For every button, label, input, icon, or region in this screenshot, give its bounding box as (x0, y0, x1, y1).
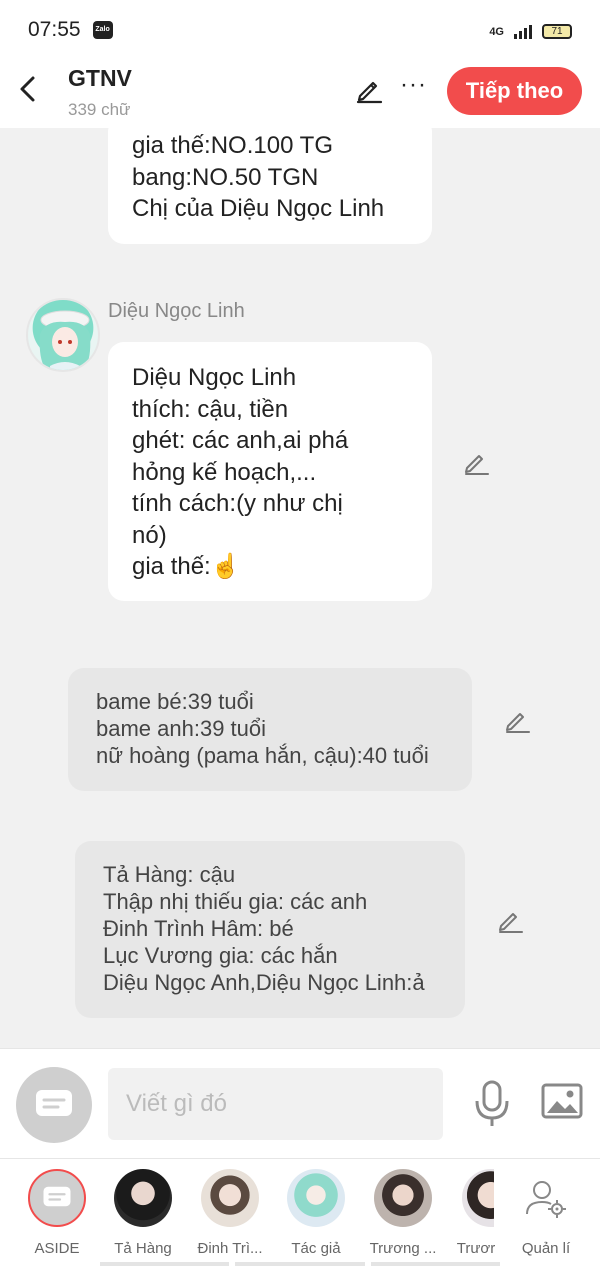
narration-line: bame anh:39 tuổi (96, 716, 267, 741)
page-title: GTNV (68, 65, 132, 91)
message-line: gia thế:☝️ (132, 553, 241, 580)
aside-avatar (28, 1169, 86, 1227)
message-line: Diệu Ngọc Linh (132, 364, 297, 391)
character-avatar (201, 1169, 259, 1227)
status-bar: 07:55 Zalo 4G 71 (0, 0, 600, 60)
signal-icon (514, 24, 532, 39)
narration-line: Lục Vương gia: các hắn (103, 943, 338, 968)
character-item[interactable]: Trươr (446, 1169, 506, 1259)
narration-line: bame bé:39 tuổi (96, 689, 254, 714)
character-portrait (39, 310, 91, 370)
message-input[interactable] (108, 1068, 443, 1140)
character-item[interactable]: Trương ... (360, 1169, 446, 1259)
edit-title-button[interactable] (354, 74, 384, 104)
edit-message-button[interactable] (503, 706, 531, 734)
narration-bubble[interactable]: Tả Hàng: cậu Thập nhị thiếu gia: các anh… (75, 841, 465, 1018)
message-line: tính cách:(y như chị (132, 490, 343, 517)
narration-line: Diệu Ngọc Anh,Diệu Ngọc Linh:ả (103, 970, 425, 995)
sender-name: Diệu Ngọc Linh (108, 300, 245, 322)
message-bubble-icon (36, 1090, 72, 1116)
message-bubble-icon (43, 1186, 71, 1207)
message-bubble[interactable]: Diệu Ngọc Linh thích: cậu, tiền ghét: cá… (108, 342, 432, 601)
narration-line: Đinh Trình Hâm: bé (103, 916, 294, 941)
character-selector: ASIDE Tả Hàng Đinh Trì... Tác giả Trương… (0, 1158, 600, 1267)
edit-message-button[interactable] (496, 906, 524, 934)
message-line: thích: cậu, tiền (132, 395, 289, 423)
image-icon (541, 1083, 583, 1119)
back-button[interactable] (14, 72, 44, 106)
chevron-left-icon (20, 76, 35, 102)
microphone-icon (475, 1080, 509, 1126)
word-count: 339 chữ (68, 100, 131, 119)
next-button[interactable]: Tiếp theo (447, 67, 582, 115)
message-line: bang:NO.50 TGN (132, 163, 319, 191)
scroll-indicator (100, 1262, 500, 1266)
message-line: hỏng kế hoạch,... (132, 458, 317, 486)
zalo-app-icon: Zalo (92, 21, 113, 39)
character-label: Tả Hàng (114, 1240, 172, 1257)
character-item-aside[interactable]: ASIDE (14, 1169, 100, 1259)
pencil-icon (465, 455, 489, 475)
network-label: 4G (489, 25, 504, 38)
pencil-icon (506, 713, 530, 733)
narration-bubble[interactable]: bame bé:39 tuổi bame anh:39 tuổi nữ hoàn… (68, 668, 472, 791)
user-settings-icon (517, 1169, 575, 1227)
character-label: ASIDE (34, 1240, 80, 1257)
narration-line: Tả Hàng: cậu (103, 862, 236, 887)
pencil-icon (356, 81, 383, 104)
narration-line: Thập nhị thiếu gia: các anh (103, 889, 368, 914)
character-item[interactable]: Tả Hàng (100, 1169, 186, 1259)
chat-area[interactable]: gia thế:NO.100 TG bang:NO.50 TGN Chị của… (0, 128, 600, 1048)
narration-line: nữ hoàng (pama hắn, cậu):40 tuổi (96, 743, 429, 768)
message-line: Chị của Diệu Ngọc Linh (132, 195, 385, 222)
pencil-icon (499, 913, 523, 933)
aside-toggle-button[interactable] (16, 1067, 92, 1143)
character-label: Tác giả (291, 1240, 341, 1257)
character-avatar (374, 1169, 432, 1227)
character-avatar (114, 1169, 172, 1227)
message-line: nó) (132, 521, 167, 549)
character-avatar (287, 1169, 345, 1227)
message-bubble[interactable]: gia thế:NO.100 TG bang:NO.50 TGN Chị của… (108, 128, 432, 244)
character-item[interactable]: Đinh Trì... (187, 1169, 273, 1259)
character-label: Trương ... (369, 1240, 437, 1257)
image-button[interactable] (540, 1082, 584, 1122)
character-label: Quản lí (521, 1240, 571, 1257)
character-item[interactable]: Tác giả (273, 1169, 359, 1259)
composer-bar (0, 1048, 600, 1158)
character-label: Đinh Trì... (197, 1240, 263, 1257)
message-line: ghét: các anh,ai phá (132, 427, 349, 454)
status-time: 07:55 (28, 18, 81, 41)
sender-avatar[interactable] (26, 298, 100, 372)
chat-header: GTNV 339 chữ ··· Tiếp theo (0, 60, 600, 128)
battery-icon: 71 (542, 24, 572, 39)
message-line: gia thế:NO.100 TG (132, 132, 333, 159)
manage-characters-button[interactable]: Quản lí (503, 1169, 589, 1259)
microphone-button[interactable] (472, 1079, 512, 1129)
character-label: Trươr (456, 1240, 496, 1257)
character-avatar (462, 1169, 494, 1227)
more-options-button[interactable]: ··· (400, 73, 428, 104)
edit-message-button[interactable] (462, 448, 490, 476)
status-indicators: 4G 71 (489, 24, 572, 39)
